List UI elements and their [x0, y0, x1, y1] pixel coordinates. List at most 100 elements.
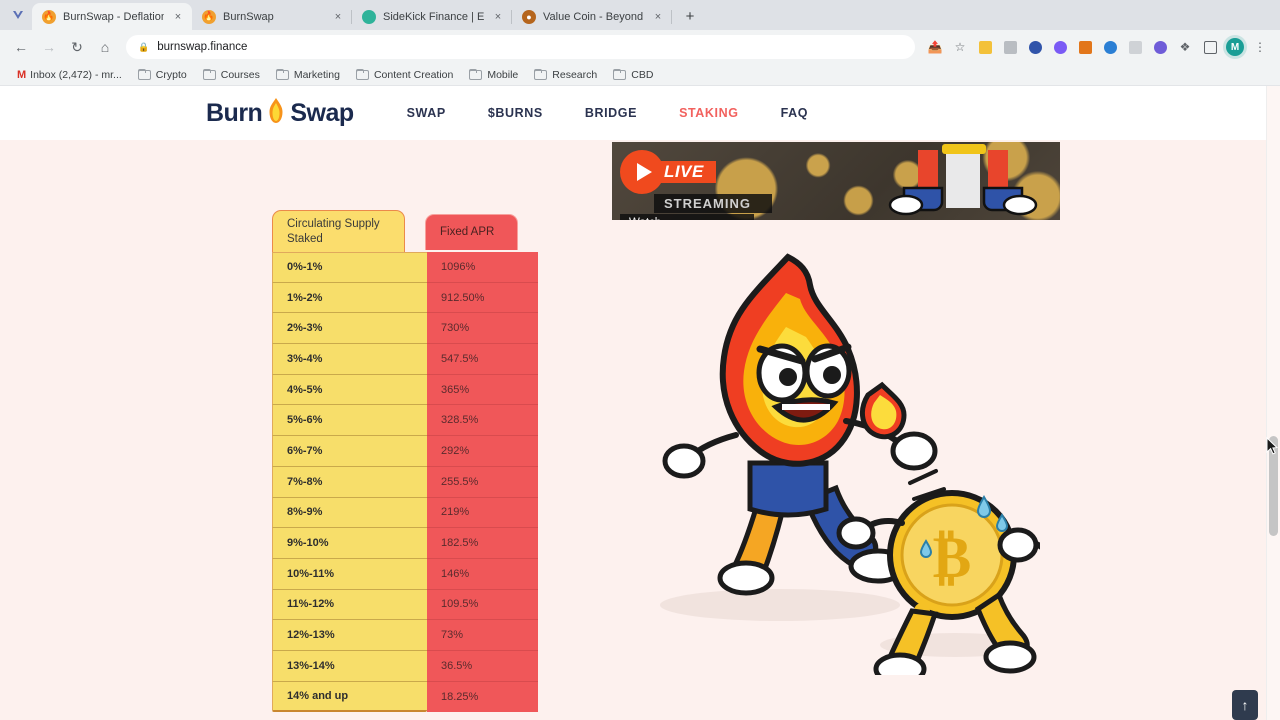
folder-icon [137, 69, 151, 80]
site-logo[interactable]: Burn Swap [206, 98, 354, 128]
flame-icon: 🔥 [202, 9, 216, 24]
tab-close-icon[interactable]: × [650, 9, 666, 25]
yoroi-wallet-icon[interactable] [1023, 35, 1047, 59]
youtube-live-banner[interactable]: LIVE STREAMING Watch on YouTube [612, 142, 1060, 220]
extension-yellow-icon[interactable] [973, 35, 997, 59]
watch-on-label: Watch on [629, 217, 671, 220]
share-icon[interactable]: 📤 [923, 35, 947, 59]
table-row: 5%-6% 328.5% [272, 405, 538, 437]
table-row: 13%-14% 36.5% [272, 650, 538, 682]
sidepanel-icon[interactable] [1198, 35, 1222, 59]
banner-overlay: LIVE STREAMING Watch on YouTube [620, 150, 772, 220]
reload-icon[interactable]: ↻ [64, 34, 90, 60]
nav-item-burns[interactable]: $BURNS [467, 106, 564, 120]
bookmark-item-content-creation[interactable]: Content Creation [349, 67, 460, 83]
nav-item-staking[interactable]: STAKING [658, 106, 760, 120]
supply-range-cell: 10%-11% [272, 558, 427, 590]
table-body: 0%-1% 1096% 1%-2% 912.50% 2%-3% 730% 3%-… [272, 252, 538, 713]
trust-wallet-icon[interactable] [1098, 35, 1122, 59]
folder-icon [355, 69, 369, 80]
table-row: 11%-12% 109.5% [272, 589, 538, 621]
bookmark-label: Mobile [487, 68, 519, 81]
nav-item-bridge[interactable]: BRIDGE [564, 106, 658, 120]
sidekick-icon [362, 9, 376, 24]
bookmark-item-crypto[interactable]: Crypto [131, 67, 194, 83]
supply-range-cell: 12%-13% [272, 620, 427, 651]
reading-list-icon[interactable] [998, 35, 1022, 59]
toolbar-extensions: 📤 ☆ ❖ M ⋮ [923, 35, 1272, 59]
nav-item-swap[interactable]: SWAP [386, 106, 467, 120]
flame-icon: 🔥 [42, 9, 56, 24]
supply-range-cell: 1%-2% [272, 282, 427, 314]
profile-avatar[interactable]: M [1223, 35, 1247, 59]
tab-close-icon[interactable]: × [170, 9, 186, 25]
tab-strip: 🔥 BurnSwap - Deflationary Dex × 🔥 BurnSw… [0, 0, 1280, 30]
bookmark-item-courses[interactable]: Courses [196, 67, 267, 83]
bookmark-item-mobile[interactable]: Mobile [462, 67, 525, 83]
folder-icon [275, 69, 289, 80]
supply-range-cell: 9%-10% [272, 528, 427, 559]
address-bar[interactable]: 🔒 burnswap.finance [126, 35, 915, 59]
bookmark-item-inbox[interactable]: M Inbox (2,472) - mr... [10, 67, 129, 83]
column-header-supply: Circulating Supply Staked [272, 210, 405, 252]
supply-range-cell: 14% and up [272, 681, 427, 713]
arrow-up-icon: ↑ [1241, 697, 1249, 713]
browser-menu-icon[interactable]: ⋮ [1248, 35, 1272, 59]
banner-live-row: LIVE [620, 150, 772, 194]
table-row: 2%-3% 730% [272, 313, 538, 345]
home-icon[interactable]: ⌂ [92, 34, 118, 60]
mobile-device-icon[interactable] [1123, 35, 1147, 59]
page-scrollbar[interactable] [1266, 86, 1280, 720]
bookmark-label: Inbox (2,472) - mr... [30, 68, 122, 81]
supply-range-cell: 3%-4% [272, 344, 427, 375]
table-row: 7%-8% 255.5% [272, 466, 538, 498]
profile-initial: M [1226, 38, 1244, 56]
bookmark-item-cbd[interactable]: CBD [606, 67, 660, 83]
bookmark-item-marketing[interactable]: Marketing [269, 67, 347, 83]
browser-tab-3[interactable]: ● Value Coin - Beyond the Meme × [512, 3, 672, 30]
svg-text:₿: ₿ [933, 525, 972, 590]
browser-tab-1[interactable]: 🔥 BurnSwap × [192, 3, 352, 30]
bookmark-label: CBD [631, 68, 654, 81]
back-icon[interactable]: ← [8, 34, 34, 60]
bookmark-label: Research [552, 68, 598, 81]
browser-chrome: 🔥 BurnSwap - Deflationary Dex × 🔥 BurnSw… [0, 0, 1280, 86]
table-row: 3%-4% 547.5% [272, 344, 538, 375]
table-row: 4%-5% 365% [272, 374, 538, 406]
supply-range-cell: 0%-1% [272, 252, 427, 283]
back-to-top-button[interactable]: ↑ [1232, 690, 1258, 720]
extensions-puzzle-icon[interactable]: ❖ [1173, 35, 1197, 59]
streaming-label: STREAMING [654, 194, 772, 213]
apr-value-cell: 18.25% [427, 681, 538, 713]
bookmark-label: Courses [220, 68, 260, 81]
bookmark-star-icon[interactable]: ☆ [948, 35, 972, 59]
keplr-wallet-icon[interactable] [1148, 35, 1172, 59]
folder-icon [534, 69, 548, 80]
new-tab-button[interactable]: + [676, 2, 704, 30]
supply-range-cell: 4%-5% [272, 374, 427, 406]
apr-value-cell: 73% [427, 620, 538, 651]
supply-range-cell: 11%-12% [272, 589, 427, 621]
mascot-illustration: ₿ [610, 245, 1047, 686]
bookmarks-bar: M Inbox (2,472) - mr... Crypto Courses M… [0, 64, 1280, 86]
phantom-wallet-icon[interactable] [1048, 35, 1072, 59]
bookmark-label: Marketing [293, 68, 340, 81]
nav-item-faq[interactable]: FAQ [760, 106, 830, 120]
supply-range-cell: 8%-9% [272, 497, 427, 529]
tab-close-icon[interactable]: × [330, 9, 346, 25]
tab-close-icon[interactable]: × [490, 9, 506, 25]
tab-title: BurnSwap - Deflationary Dex [63, 10, 164, 23]
tab-title: SideKick Finance | Every hero [383, 10, 484, 23]
browser-tab-2[interactable]: SideKick Finance | Every hero × [352, 3, 512, 30]
forward-icon[interactable]: → [36, 34, 62, 60]
bookmark-item-research[interactable]: Research [527, 67, 604, 83]
watch-on-youtube-button[interactable]: Watch on YouTube [620, 214, 754, 220]
metamask-icon[interactable] [1073, 35, 1097, 59]
column-header-apr: Fixed APR [425, 214, 518, 250]
supply-range-cell: 13%-14% [272, 650, 427, 682]
apr-value-cell: 292% [427, 436, 538, 467]
live-badge: LIVE [658, 161, 716, 183]
table-row: 14% and up 18.25% [272, 681, 538, 713]
browser-tab-0[interactable]: 🔥 BurnSwap - Deflationary Dex × [32, 3, 192, 30]
folder-icon [613, 69, 627, 80]
